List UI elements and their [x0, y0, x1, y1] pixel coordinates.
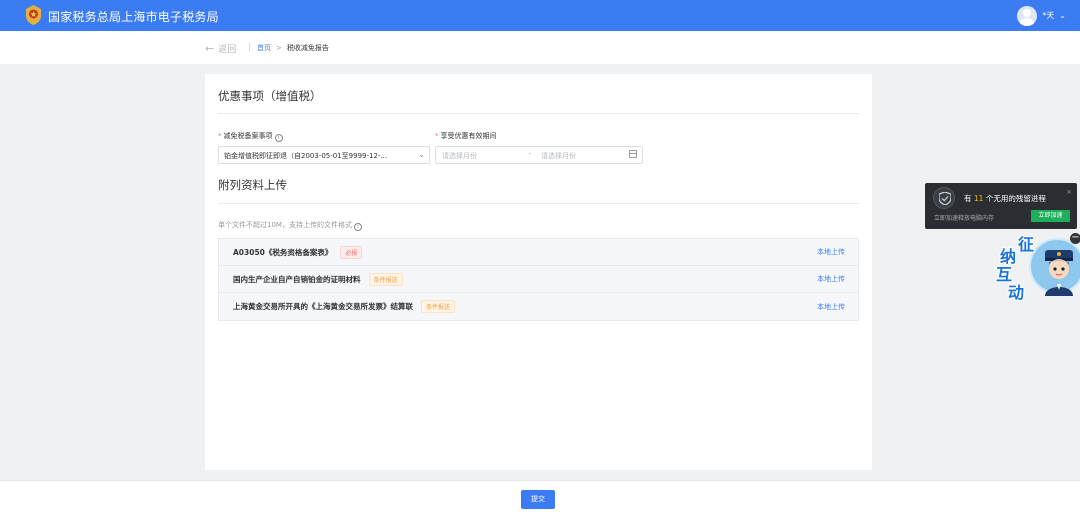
- msg-suffix: 个无用的残留进程: [985, 194, 1046, 203]
- select-value: 铂金增值税即征即退（自2003-05-01至9999-12-...: [224, 152, 388, 160]
- file-name: A03050《税务资格备案表》: [233, 247, 333, 257]
- info-icon[interactable]: i: [353, 223, 362, 231]
- divider: [218, 113, 859, 114]
- status-badge: 条件报送: [421, 300, 456, 313]
- label-text: 享受优惠有效期间: [440, 132, 497, 140]
- chevron-down-icon[interactable]: ⌄: [1059, 11, 1066, 20]
- breadcrumb-bar: ← 返回 首页 > 税收减免报告: [0, 31, 1080, 64]
- process-cleanup-popup: 有 11 个无用的残留进程 × 立即加速释放电脑内存 立即加速: [925, 183, 1077, 229]
- close-icon[interactable]: ×: [1066, 188, 1072, 196]
- mascot-char: 征: [1018, 235, 1035, 254]
- tax-emblem-icon: [26, 5, 41, 25]
- valid-period-range-picker[interactable]: 请选择月份 - 请选择月份: [435, 146, 643, 164]
- back-button[interactable]: ← 返回: [205, 42, 236, 55]
- mascot-char: 动: [1008, 283, 1025, 302]
- range-separator: -: [529, 150, 532, 158]
- username[interactable]: *天: [1042, 10, 1054, 21]
- section-title-attachments: 附列资料上传: [218, 178, 287, 192]
- required-mark: *: [218, 132, 222, 140]
- end-month-input[interactable]: 请选择月份: [541, 151, 576, 161]
- calendar-icon[interactable]: [629, 150, 637, 158]
- local-upload-link[interactable]: 本地上传: [817, 247, 845, 257]
- list-item: 国内生产企业自产自销铂金的证明材料 条件报送 本地上传: [219, 266, 858, 293]
- tax-officer-mascot-icon: [1045, 250, 1073, 296]
- info-icon[interactable]: i: [274, 134, 283, 142]
- divider: [249, 43, 250, 52]
- exemption-item-select[interactable]: 铂金增值税即征即退（自2003-05-01至9999-12-... ⌄: [218, 146, 430, 164]
- upload-hint: 单个文件不超过10M，支持上传的文件格式 i: [218, 220, 362, 231]
- minimize-icon[interactable]: −: [1070, 233, 1080, 244]
- bottom-action-bar: 提交: [0, 480, 1080, 516]
- back-label[interactable]: 返回: [218, 42, 236, 55]
- popup-message: 有 11 个无用的残留进程: [964, 193, 1046, 204]
- breadcrumb-home-link[interactable]: 首页: [257, 43, 271, 53]
- local-upload-link[interactable]: 本地上传: [817, 302, 845, 312]
- list-item: 上海黄金交易所开具的《上海黄金交易所发票》结算联 条件报送 本地上传: [219, 293, 858, 320]
- breadcrumb-separator: >: [276, 44, 282, 52]
- avatar[interactable]: [1017, 5, 1038, 26]
- submit-button[interactable]: 提交: [521, 490, 555, 509]
- local-upload-link[interactable]: 本地上传: [817, 274, 845, 284]
- user-menu[interactable]: *天 ⌄: [1017, 5, 1066, 26]
- start-month-input[interactable]: 请选择月份: [442, 151, 477, 161]
- site-title: 国家税务总局上海市电子税务局: [48, 10, 219, 24]
- avatar[interactable]: [1029, 238, 1080, 296]
- section-title-preferential: 优惠事项（增值税）: [218, 89, 322, 103]
- attachment-list: A03050《税务资格备案表》 必报 本地上传 国内生产企业自产自销铂金的证明材…: [218, 238, 859, 321]
- status-badge: 条件报送: [368, 272, 403, 286]
- top-header: 国家税务总局上海市电子税务局 *天 ⌄: [0, 0, 1080, 31]
- hint-text: 单个文件不超过10M，支持上传的文件格式: [218, 221, 352, 229]
- chevron-down-icon[interactable]: ⌄: [418, 150, 425, 159]
- process-count: 11: [973, 194, 984, 203]
- shield-icon: [933, 187, 955, 209]
- breadcrumb: 首页 > 税收减免报告: [257, 43, 329, 53]
- arrow-left-icon[interactable]: ←: [205, 43, 214, 54]
- list-item: A03050《税务资格备案表》 必报 本地上传: [219, 239, 858, 266]
- status-badge: 必报: [340, 245, 363, 259]
- popup-subtext: 立即加速释放电脑内存: [934, 215, 995, 222]
- divider: [218, 203, 859, 204]
- exemption-item-label: * 减免税备案事项 i: [218, 131, 283, 142]
- main-card: 优惠事项（增值税） * 减免税备案事项 i 铂金增值税即征即退（自2003-05-0…: [205, 74, 872, 470]
- msg-prefix: 有: [964, 194, 972, 203]
- valid-period-label: * 享受优惠有效期间: [435, 131, 497, 141]
- file-name: 上海黄金交易所开具的《上海黄金交易所发票》结算联: [233, 302, 413, 311]
- required-mark: *: [435, 132, 439, 140]
- label-text: 减免税备案事项: [223, 132, 273, 140]
- accelerate-button[interactable]: 立即加速: [1031, 210, 1070, 222]
- file-name: 国内生产企业自产自销铂金的证明材料: [233, 274, 361, 284]
- breadcrumb-current: 税收减免报告: [286, 44, 329, 52]
- interaction-widget[interactable]: 征 纳 互 动 −: [990, 233, 1080, 302]
